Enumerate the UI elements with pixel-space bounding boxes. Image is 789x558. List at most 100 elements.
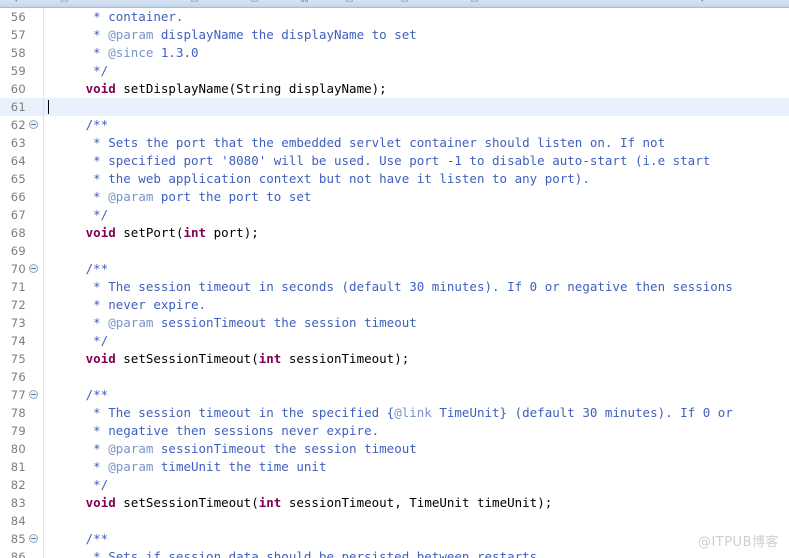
gutter-separator [43, 494, 44, 512]
code-line[interactable]: 86 * Sets if session data should be pers… [0, 548, 789, 558]
gutter-separator [43, 98, 44, 116]
code-line[interactable]: 70 /** [0, 260, 789, 278]
code-text: * Sets the port that the embedded servle… [48, 134, 665, 152]
toolbar-icon-5[interactable]: ▭ [250, 0, 259, 5]
token-doc: * never expire. [48, 297, 207, 312]
code-text: * The session timeout in the specified {… [48, 404, 733, 422]
code-line[interactable]: 61 [0, 98, 789, 116]
token-doc: TimeUnit} (default 30 minutes). If 0 or [431, 405, 733, 420]
code-line[interactable]: 60 void setDisplayName(String displayNam… [0, 80, 789, 98]
code-text: void setSessionTimeout(int sessionTimeou… [48, 494, 553, 512]
toolbar-icon-3[interactable]: ↷ [150, 0, 158, 5]
gutter-separator [43, 386, 44, 404]
line-number: 80 [10, 442, 26, 456]
line-number: 58 [10, 46, 26, 60]
token-tag: @link [394, 405, 432, 420]
gutter-separator [43, 188, 44, 206]
code-text: * @param timeUnit the time unit [48, 458, 326, 476]
toolbar-icon-10[interactable]: ▾ [700, 0, 705, 5]
gutter-separator [43, 134, 44, 152]
toolbar-icon-6[interactable]: ⌘ [300, 0, 309, 5]
gutter-separator [43, 422, 44, 440]
line-number: 67 [10, 208, 26, 222]
code-line[interactable]: 69 [0, 242, 789, 260]
line-number: 59 [10, 64, 26, 78]
token-doc: timeUnit the time unit [153, 459, 327, 474]
toolbar-icon-1[interactable]: ▭ [60, 0, 69, 5]
token-tag: @param [108, 189, 154, 204]
fold-collapse-icon[interactable] [29, 120, 38, 129]
code-text: * @param sessionTimeout the session time… [48, 440, 417, 458]
code-line[interactable]: 75 void setSessionTimeout(int sessionTim… [0, 350, 789, 368]
token-doc: * [48, 459, 109, 474]
code-line[interactable]: 82 */ [0, 476, 789, 494]
code-line[interactable]: 71 * The session timeout in seconds (def… [0, 278, 789, 296]
code-line[interactable]: 58 * @since 1.3.0 [0, 44, 789, 62]
editor-toolbar[interactable]: ▾ ▭ ↶ ↷ ▭ ▭ ⌘ ▭ ▭ ▭ ▾ [0, 0, 789, 8]
code-line[interactable]: 74 */ [0, 332, 789, 350]
code-line[interactable]: 67 */ [0, 206, 789, 224]
line-number: 81 [10, 460, 26, 474]
toolbar-icon-4[interactable]: ▭ [190, 0, 199, 5]
line-number: 60 [10, 82, 26, 96]
fold-collapse-icon[interactable] [29, 534, 38, 543]
token-doc: */ [48, 333, 109, 348]
fold-collapse-icon[interactable] [29, 390, 38, 399]
code-line[interactable]: 79 * negative then sessions never expire… [0, 422, 789, 440]
code-text: * specified port '8080' will be used. Us… [48, 152, 710, 170]
fold-collapse-icon[interactable] [29, 264, 38, 273]
code-line[interactable]: 66 * @param port the port to set [0, 188, 789, 206]
toolbar-icon-8[interactable]: ▭ [400, 0, 409, 5]
code-line[interactable]: 73 * @param sessionTimeout the session t… [0, 314, 789, 332]
code-line[interactable]: 83 void setSessionTimeout(int sessionTim… [0, 494, 789, 512]
toolbar-icon-7[interactable]: ▭ [345, 0, 354, 5]
token-plain: setPort( [115, 225, 184, 240]
token-doc: * [48, 441, 109, 456]
code-text: * the web application context but not ha… [48, 170, 590, 188]
code-line[interactable]: 56 * container. [0, 8, 789, 26]
line-number: 72 [10, 298, 26, 312]
gutter-separator [43, 260, 44, 278]
code-line[interactable]: 63 * Sets the port that the embedded ser… [0, 134, 789, 152]
line-number: 70 [10, 262, 26, 276]
token-doc: * negative then sessions never expire. [48, 423, 380, 438]
code-line[interactable]: 59 */ [0, 62, 789, 80]
line-number: 56 [10, 10, 26, 24]
token-doc: sessionTimeout the session timeout [153, 441, 417, 456]
code-line[interactable]: 57 * @param displayName the displayName … [0, 26, 789, 44]
token-doc: displayName the displayName to set [153, 27, 417, 42]
gutter-separator [43, 296, 44, 314]
code-line[interactable]: 81 * @param timeUnit the time unit [0, 458, 789, 476]
code-line[interactable]: 84 [0, 512, 789, 530]
line-number: 74 [10, 334, 26, 348]
code-text: void setDisplayName(String displayName); [48, 80, 387, 98]
line-number: 57 [10, 28, 26, 42]
line-number: 64 [10, 154, 26, 168]
line-number: 65 [10, 172, 26, 186]
token-kw: int [258, 495, 282, 510]
code-line[interactable]: 78 * The session timeout in the specifie… [0, 404, 789, 422]
code-line[interactable]: 62 /** [0, 116, 789, 134]
token-plain: setSessionTimeout( [115, 495, 259, 510]
code-line[interactable]: 76 [0, 368, 789, 386]
toolbar-icon-0[interactable]: ▾ [14, 0, 19, 5]
line-number: 78 [10, 406, 26, 420]
code-line[interactable]: 77 /** [0, 386, 789, 404]
token-plain: sessionTimeout); [281, 351, 410, 366]
toolbar-icon-9[interactable]: ▭ [470, 0, 479, 5]
code-line[interactable]: 85 /** [0, 530, 789, 548]
code-line[interactable]: 72 * never expire. [0, 296, 789, 314]
toolbar-icon-2[interactable]: ↶ [110, 0, 118, 5]
token-doc: 1.3.0 [153, 45, 199, 60]
code-line[interactable]: 64 * specified port '8080' will be used.… [0, 152, 789, 170]
gutter-separator [43, 26, 44, 44]
code-line[interactable]: 65 * the web application context but not… [0, 170, 789, 188]
code-line[interactable]: 80 * @param sessionTimeout the session t… [0, 440, 789, 458]
code-editor[interactable]: 56 * container. 57 * @param displayName t… [0, 8, 789, 558]
gutter-separator [43, 404, 44, 422]
gutter-separator [43, 476, 44, 494]
code-text: * Sets if session data should be persist… [48, 548, 537, 558]
code-line[interactable]: 68 void setPort(int port); [0, 224, 789, 242]
